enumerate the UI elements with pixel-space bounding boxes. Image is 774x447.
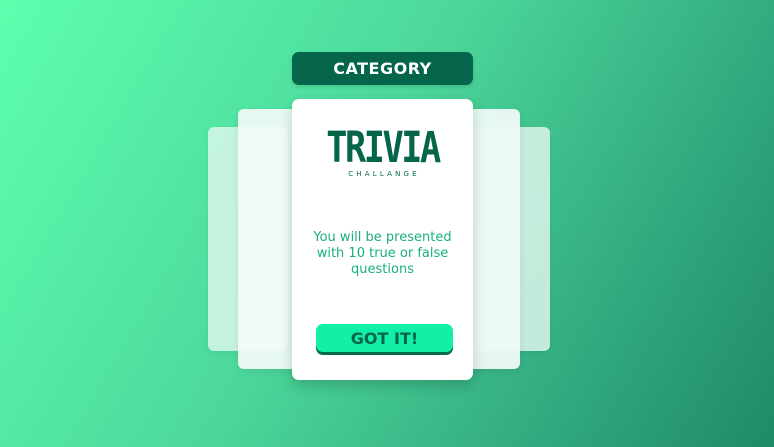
instructions-text: You will be presented with 10 true or fa… xyxy=(313,230,452,277)
category-badge: CATEGORY xyxy=(292,52,473,85)
trivia-intro-card: TRIVIA CHALLANGE You will be presented w… xyxy=(292,99,473,380)
got-it-button[interactable]: GOT IT! xyxy=(316,324,453,352)
logo-title: TRIVIA xyxy=(326,123,441,173)
trivia-logo: TRIVIA CHALLANGE xyxy=(292,125,473,178)
